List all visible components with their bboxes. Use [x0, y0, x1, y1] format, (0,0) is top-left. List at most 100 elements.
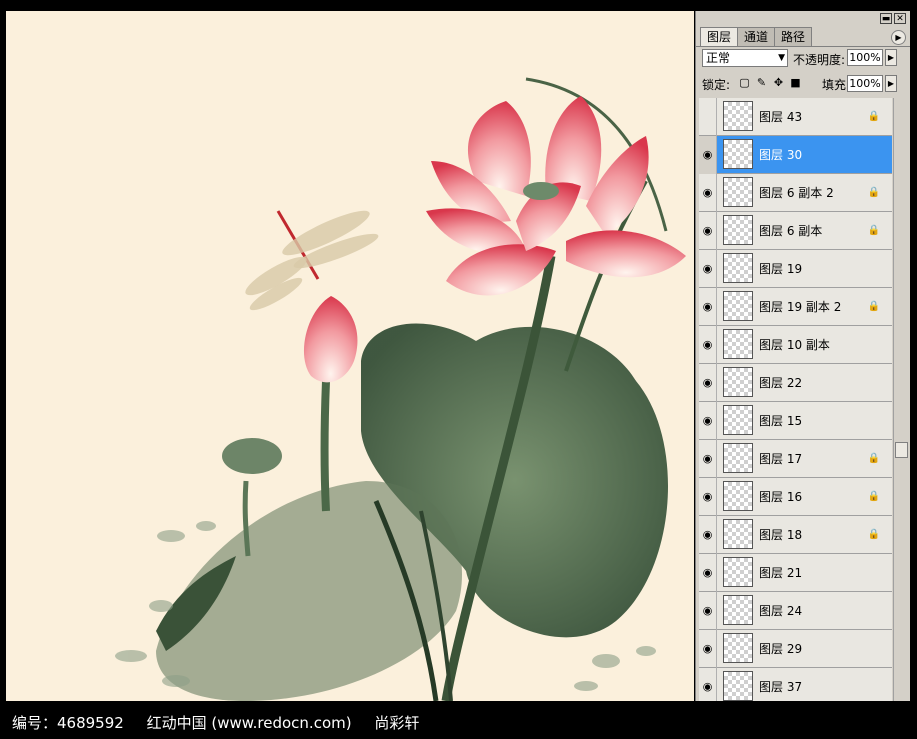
eye-icon[interactable]: ◉: [699, 478, 717, 516]
layers-scrollbar[interactable]: [893, 98, 908, 701]
tab-divider: [696, 46, 910, 47]
tab-layers[interactable]: 图层: [700, 27, 739, 47]
scrollbar-thumb[interactable]: [895, 442, 908, 458]
layer-thumbnail[interactable]: [723, 595, 753, 625]
layer-thumbnail[interactable]: [723, 139, 753, 169]
layer-thumbnail[interactable]: [723, 215, 753, 245]
layer-name[interactable]: 图层 30: [759, 136, 802, 174]
eye-icon[interactable]: ◉: [699, 402, 717, 440]
eye-icon[interactable]: ◉: [699, 516, 717, 554]
caption-id: 编号：4689592: [12, 714, 124, 732]
eye-icon[interactable]: ◉: [699, 136, 717, 174]
lock-image-icon[interactable]: ✎: [755, 76, 768, 89]
lock-icon: 🔒: [867, 453, 880, 464]
close-icon[interactable]: ✕: [894, 13, 906, 24]
layer-thumbnail[interactable]: [723, 367, 753, 397]
layer-name[interactable]: 图层 17: [759, 440, 802, 478]
document-canvas[interactable]: [6, 11, 694, 701]
layer-row[interactable]: ◉ 图层 15: [699, 402, 892, 440]
eye-icon[interactable]: ◉: [699, 668, 717, 701]
lock-all-icon[interactable]: ■: [789, 76, 802, 89]
eye-icon[interactable]: ◉: [699, 630, 717, 668]
layer-name[interactable]: 图层 37: [759, 668, 802, 701]
layer-row[interactable]: ◉ 图层 22: [699, 364, 892, 402]
layer-thumbnail[interactable]: [723, 519, 753, 549]
layers-panel: ▬ ✕ 图层 通道 路径 ▶ 正常 ▼ 不透明度: 100% ▶ 锁定: ▢ ✎…: [695, 11, 910, 701]
eye-icon[interactable]: ◉: [699, 250, 717, 288]
fill-arrow-icon[interactable]: ▶: [885, 75, 897, 92]
layer-name[interactable]: 图层 6 副本 2: [759, 174, 834, 212]
layer-name[interactable]: 图层 10 副本: [759, 326, 830, 364]
layer-row[interactable]: ◉ 图层 6 副本 2 🔒: [699, 174, 892, 212]
blend-row: 正常 ▼ 不透明度: 100% ▶: [702, 48, 906, 70]
layer-row[interactable]: 图层 43 🔒: [699, 98, 892, 136]
layer-name[interactable]: 图层 19: [759, 250, 802, 288]
caption-author: 尚彩轩: [374, 714, 420, 732]
layer-thumbnail[interactable]: [723, 101, 753, 131]
lock-position-icon[interactable]: ✥: [772, 76, 785, 89]
fill-input[interactable]: 100%: [847, 75, 883, 92]
tab-paths[interactable]: 路径: [774, 27, 813, 46]
layer-name[interactable]: 图层 18: [759, 516, 802, 554]
layer-name[interactable]: 图层 22: [759, 364, 802, 402]
panel-menu-arrow-icon[interactable]: ▶: [891, 30, 906, 45]
layer-thumbnail[interactable]: [723, 405, 753, 435]
opacity-arrow-icon[interactable]: ▶: [885, 49, 897, 66]
layer-name[interactable]: 图层 15: [759, 402, 802, 440]
eye-icon[interactable]: ◉: [699, 174, 717, 212]
layer-name[interactable]: 图层 43: [759, 98, 802, 136]
tab-channels[interactable]: 通道: [737, 27, 776, 46]
eye-icon[interactable]: ◉: [699, 364, 717, 402]
layer-name[interactable]: 图层 29: [759, 630, 802, 668]
dragonfly: [245, 210, 379, 311]
lock-icon: 🔒: [867, 301, 880, 312]
layer-thumbnail[interactable]: [723, 557, 753, 587]
opacity-label: 不透明度:: [793, 53, 846, 67]
layer-row[interactable]: ◉ 图层 19 副本 2 🔒: [699, 288, 892, 326]
layer-row[interactable]: ◉ 图层 37: [699, 668, 892, 701]
layer-row[interactable]: ◉ 图层 19: [699, 250, 892, 288]
blend-mode-value: 正常: [706, 51, 731, 65]
eye-icon[interactable]: ◉: [699, 440, 717, 478]
lock-transparency-icon[interactable]: ▢: [738, 76, 751, 89]
layer-name[interactable]: 图层 16: [759, 478, 802, 516]
layer-name[interactable]: 图层 6 副本: [759, 212, 822, 250]
lock-label: 锁定:: [702, 78, 731, 92]
eye-icon[interactable]: ◉: [699, 592, 717, 630]
blend-mode-select[interactable]: 正常 ▼: [702, 49, 788, 67]
layer-thumbnail[interactable]: [723, 633, 753, 663]
opacity-input[interactable]: 100%: [847, 49, 883, 66]
caption-site: 红动中国 (www.redocn.com): [146, 714, 352, 732]
layer-thumbnail[interactable]: [723, 481, 753, 511]
layer-row[interactable]: ◉ 图层 29: [699, 630, 892, 668]
layer-row[interactable]: ◉ 图层 6 副本 🔒: [699, 212, 892, 250]
eye-icon[interactable]: ◉: [699, 554, 717, 592]
lock-icon: 🔒: [867, 187, 880, 198]
lock-row: 锁定: ▢ ✎ ✥ ■ 填充: 100% ▶: [702, 73, 906, 95]
layer-row[interactable]: ◉ 图层 24: [699, 592, 892, 630]
layer-thumbnail[interactable]: [723, 443, 753, 473]
layer-thumbnail[interactable]: [723, 177, 753, 207]
layer-row[interactable]: ◉ 图层 30: [699, 136, 892, 174]
layer-name[interactable]: 图层 21: [759, 554, 802, 592]
lock-icon: 🔒: [867, 491, 880, 502]
eye-icon[interactable]: ◉: [699, 326, 717, 364]
layer-thumbnail[interactable]: [723, 329, 753, 359]
eye-icon[interactable]: ◉: [699, 212, 717, 250]
lock-icon: 🔒: [867, 225, 880, 236]
lotus-painting: [115, 77, 686, 701]
layer-row[interactable]: ◉ 图层 18 🔒: [699, 516, 892, 554]
layer-row[interactable]: ◉ 图层 10 副本: [699, 326, 892, 364]
lock-icon: 🔒: [867, 529, 880, 540]
eye-icon[interactable]: ◉: [699, 288, 717, 326]
layer-thumbnail[interactable]: [723, 291, 753, 321]
layer-thumbnail[interactable]: [723, 253, 753, 283]
layer-row[interactable]: ◉ 图层 17 🔒: [699, 440, 892, 478]
layer-name[interactable]: 图层 19 副本 2: [759, 288, 841, 326]
layer-thumbnail[interactable]: [723, 671, 753, 701]
eye-icon[interactable]: [699, 98, 717, 136]
layer-row[interactable]: ◉ 图层 21: [699, 554, 892, 592]
layer-name[interactable]: 图层 24: [759, 592, 802, 630]
minimize-icon[interactable]: ▬: [880, 13, 892, 24]
layer-row[interactable]: ◉ 图层 16 🔒: [699, 478, 892, 516]
